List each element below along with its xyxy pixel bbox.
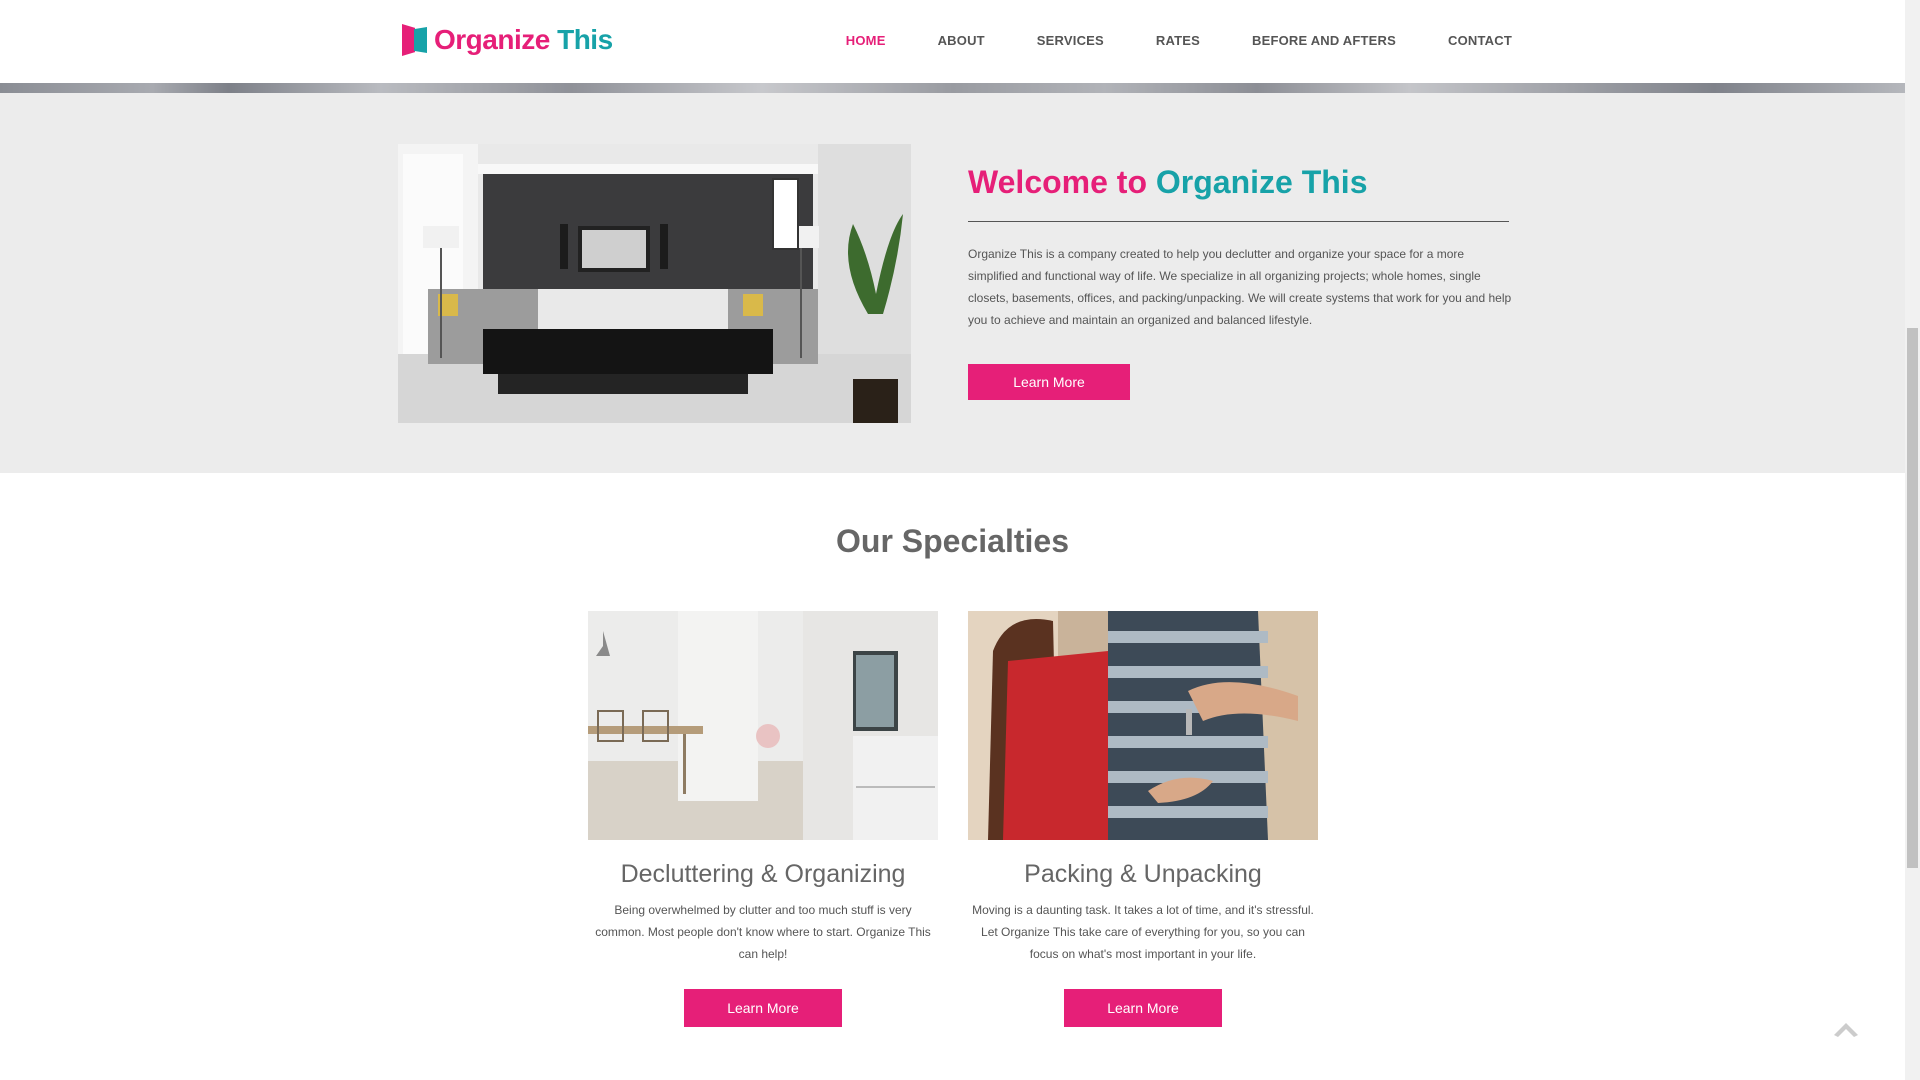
site-logo[interactable]: Organize This [402,22,613,58]
banner-strip [0,83,1905,93]
couple-with-keys-image [968,611,1318,840]
card-title-decluttering: Decluttering & Organizing [620,860,906,888]
card-title-packing: Packing & Unpacking [1024,860,1262,888]
nav-contact[interactable]: CONTACT [1448,33,1512,48]
specialty-card-packing: Packing & Unpacking Moving is a daunting… [968,611,1318,1027]
card-text-packing: Moving is a daunting task. It takes a lo… [972,903,1314,961]
site-header: Organize This HOME ABOUT SERVICES RATES … [0,0,1905,83]
specialty-card-decluttering: Decluttering & Organizing Being overwhel… [588,611,938,1027]
chevron-up-icon[interactable] [1832,1018,1860,1038]
living-room-image [398,144,911,423]
decluttering-learn-more-button[interactable]: Learn More [684,989,842,1027]
nav-home[interactable]: HOME [846,33,886,48]
welcome-learn-more-button[interactable]: Learn More [968,364,1130,400]
welcome-title-part1: Welcome to [968,164,1147,200]
logo-text-part2: This [557,24,613,55]
specialties-title: Our Specialties [836,523,1069,559]
welcome-section: Welcome to Organize This Organize This i… [0,93,1905,473]
nav-services[interactable]: SERVICES [1037,33,1104,48]
logo-text: Organize This [434,24,613,56]
nav-before-and-afters[interactable]: BEFORE AND AFTERS [1252,33,1396,48]
welcome-description: Organize This is a company created to he… [968,247,1512,327]
welcome-divider [968,221,1509,222]
welcome-title: Welcome to Organize This [968,164,1367,201]
main-nav: HOME ABOUT SERVICES RATES BEFORE AND AFT… [794,33,1512,48]
logo-text-part1: Organize [434,24,550,55]
card-text-decluttering: Being overwhelmed by clutter and too muc… [595,903,931,961]
scrollbar-thumb[interactable] [1907,328,1918,868]
welcome-title-part2: Organize This [1155,164,1368,200]
page-scrollbar[interactable] [1905,0,1920,1080]
packing-learn-more-button[interactable]: Learn More [1064,989,1222,1027]
nav-about[interactable]: ABOUT [938,33,985,48]
logo-icon [402,24,428,56]
nav-rates[interactable]: RATES [1156,33,1200,48]
dining-room-image [588,611,938,840]
